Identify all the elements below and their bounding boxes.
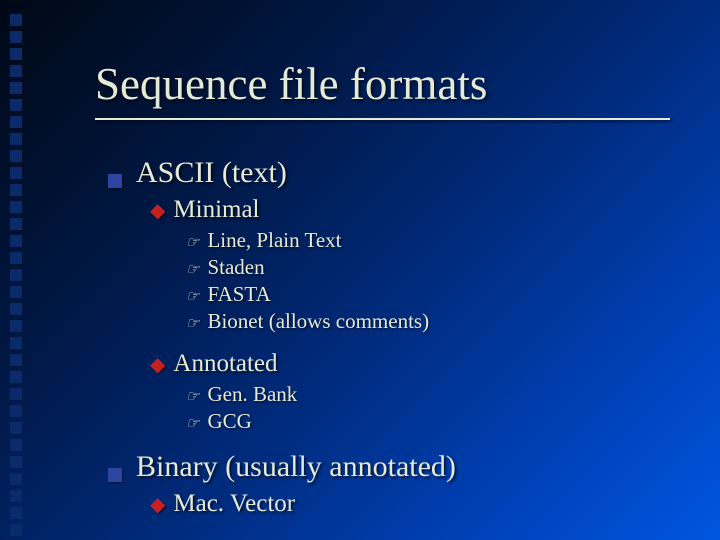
pointer-bullet-icon: ☞ (186, 387, 199, 405)
slide: Sequence file formats ASCII (text) ◆ Min… (0, 0, 720, 540)
square-bullet-icon (108, 174, 122, 188)
list-item-label: Gen. Bank (207, 382, 297, 407)
diamond-bullet-icon: ◆ (150, 198, 165, 223)
slide-title: Sequence file formats (95, 58, 487, 110)
diamond-bullet-icon: ◆ (150, 352, 165, 377)
list-item: ASCII (text) (108, 156, 680, 190)
list-item: ☞ Gen. Bank (186, 382, 680, 407)
pointer-bullet-icon: ☞ (186, 287, 199, 305)
slide-body: ASCII (text) ◆ Minimal ☞ Line, Plain Tex… (108, 150, 680, 522)
list-item-label: FASTA (207, 282, 270, 307)
diamond-bullet-icon: ◆ (150, 492, 165, 517)
pointer-bullet-icon: ☞ (186, 414, 199, 432)
list-item-label: GCG (207, 409, 251, 434)
list-item-label: Binary (usually annotated) (136, 450, 456, 484)
list-item: ☞ GCG (186, 409, 680, 434)
list-item-label: Mac. Vector (173, 490, 295, 518)
list-item: ◆ Mac. Vector (150, 490, 680, 518)
decorative-square-rail (10, 14, 22, 536)
list-item-label: Bionet (allows comments) (207, 309, 429, 334)
title-underline (95, 118, 670, 120)
list-item-label: Annotated (173, 350, 277, 378)
list-item-label: ASCII (text) (136, 156, 287, 190)
list-item-label: Minimal (173, 196, 259, 224)
list-item: Binary (usually annotated) (108, 450, 680, 484)
pointer-bullet-icon: ☞ (186, 314, 199, 332)
list-item: ◆ Minimal (150, 196, 680, 224)
list-item: ☞ Staden (186, 255, 680, 280)
list-item: ☞ FASTA (186, 282, 680, 307)
list-item: ☞ Bionet (allows comments) (186, 309, 680, 334)
list-item-label: Staden (207, 255, 264, 280)
list-item-label: Line, Plain Text (207, 228, 341, 253)
pointer-bullet-icon: ☞ (186, 260, 199, 278)
square-bullet-icon (108, 468, 122, 482)
list-item: ☞ Line, Plain Text (186, 228, 680, 253)
pointer-bullet-icon: ☞ (186, 233, 199, 251)
list-item: ◆ Annotated (150, 350, 680, 378)
